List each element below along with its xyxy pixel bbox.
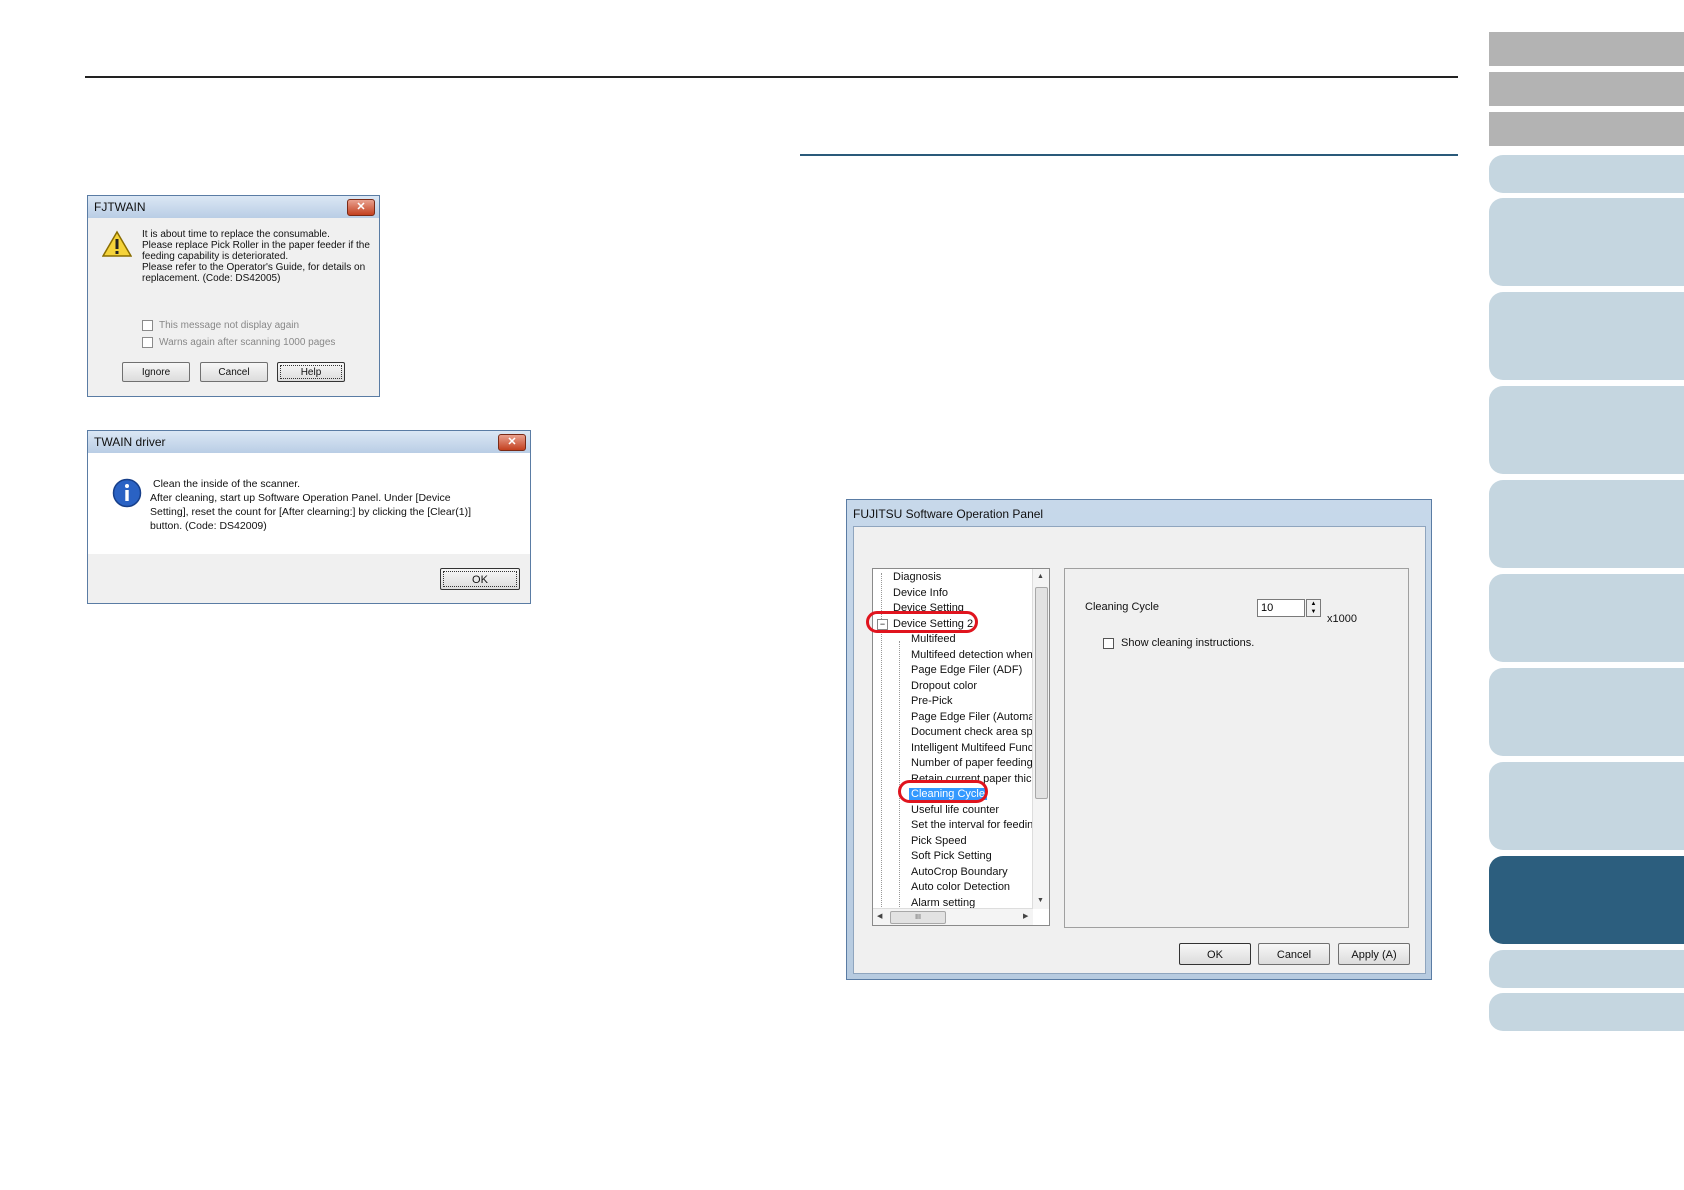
side-tab-7[interactable] [1489, 386, 1684, 474]
side-tab-3[interactable] [1489, 112, 1684, 146]
checkbox-box[interactable] [142, 320, 153, 331]
cancel-button[interactable]: Cancel [1258, 943, 1330, 965]
stepper-down-icon[interactable]: ▼ [1307, 608, 1320, 616]
warn-again-checkbox[interactable]: Warns again after scanning 1000 pages [142, 337, 335, 348]
twain-message: Clean the inside of the scanner. After c… [150, 477, 520, 533]
highlight-ring-device-setting-2 [866, 611, 978, 633]
cleaning-cycle-input[interactable]: 10 [1257, 599, 1305, 617]
side-tab-13[interactable] [1489, 950, 1684, 988]
tree-item[interactable]: Intelligent Multifeed Functio [911, 742, 1045, 754]
show-instructions-checkbox[interactable]: Show cleaning instructions. [1103, 637, 1254, 649]
message-line: It is about time to replace the consumab… [142, 229, 330, 240]
checkbox-box[interactable] [142, 337, 153, 348]
fjtwain-titlebar: FJTWAIN ✕ [88, 196, 379, 218]
scroll-left-icon[interactable]: ◀ [877, 912, 882, 920]
apply-button[interactable]: Apply (A) [1338, 943, 1410, 965]
cleaning-cycle-label: Cleaning Cycle [1085, 601, 1159, 613]
horizontal-scrollbar[interactable]: ◀ III ▶ [873, 908, 1033, 925]
scroll-thumb[interactable] [1035, 587, 1048, 799]
cancel-button[interactable]: Cancel [200, 362, 268, 382]
h-scroll-thumb[interactable]: III [890, 911, 946, 924]
message-line: Setting], reset the count for [After cle… [150, 506, 471, 518]
tree-item[interactable]: Number of paper feeding re [911, 757, 1046, 769]
message-line: feeding capability is deteriorated. [142, 251, 289, 262]
vertical-scrollbar[interactable]: ▲ ▼ [1032, 569, 1049, 909]
side-tab-9[interactable] [1489, 574, 1684, 662]
tree-item[interactable]: Multifeed detection when s [911, 649, 1041, 661]
tree-item[interactable]: Dropout color [911, 680, 977, 692]
side-tab-8[interactable] [1489, 480, 1684, 568]
side-tab-1[interactable] [1489, 32, 1684, 66]
scroll-right-icon[interactable]: ▶ [1023, 912, 1028, 920]
tree-item[interactable]: Soft Pick Setting [911, 850, 992, 862]
fjtwain-title: FJTWAIN [94, 200, 146, 214]
warning-icon [102, 230, 132, 257]
tree-item[interactable]: Page Edge Filer (Automatic [911, 711, 1046, 723]
message-line: Please refer to the Operator's Guide, fo… [142, 262, 366, 273]
section-rule [800, 154, 1458, 156]
twain-title: TWAIN driver [94, 435, 166, 449]
message-line: After cleaning, start up Software Operat… [150, 492, 451, 504]
ok-button[interactable]: OK [440, 568, 520, 590]
highlight-ring-cleaning-cycle [898, 780, 988, 803]
tree-item[interactable]: Multifeed [911, 633, 956, 645]
scroll-down-icon[interactable]: ▼ [1037, 897, 1044, 904]
stepper-up-icon[interactable]: ▲ [1307, 600, 1320, 608]
unit-label: x1000 [1327, 613, 1357, 625]
tree-item[interactable]: Pick Speed [911, 835, 967, 847]
fjtwain-message: It is about time to replace the consumab… [142, 229, 372, 284]
tree-item[interactable]: Auto color Detection [911, 881, 1010, 893]
panel-title: FUJITSU Software Operation Panel [853, 507, 1044, 521]
ok-button[interactable]: OK [1179, 943, 1251, 965]
message-line: Clean the inside of the scanner. [153, 478, 301, 490]
tree-item[interactable]: Alarm setting [911, 897, 975, 909]
scroll-up-icon[interactable]: ▲ [1037, 573, 1044, 580]
help-button[interactable]: Help [277, 362, 345, 382]
message-line: replacement. (Code: DS42005) [142, 273, 281, 284]
side-tab-4[interactable] [1489, 155, 1684, 193]
message-line: Please replace Pick Roller in the paper … [142, 240, 370, 251]
side-tab-2[interactable] [1489, 72, 1684, 106]
no-display-checkbox[interactable]: This message not display again [142, 320, 299, 331]
ignore-button[interactable]: Ignore [122, 362, 190, 382]
checkbox-label: Show cleaning instructions. [1121, 637, 1255, 649]
tree-line [899, 641, 901, 913]
close-button[interactable]: ✕ [347, 199, 375, 216]
twain-driver-dialog: TWAIN driver ✕ Clean the inside of the s… [87, 430, 531, 604]
checkbox-label: This message not display again [159, 320, 300, 331]
side-tab-14[interactable] [1489, 993, 1684, 1031]
tree-item[interactable]: Diagnosis [893, 571, 941, 583]
side-tab-5[interactable] [1489, 198, 1684, 286]
close-button[interactable]: ✕ [498, 434, 526, 451]
tree-item[interactable]: Device Info [893, 587, 948, 599]
tree-item[interactable]: Document check area spe [911, 726, 1039, 738]
info-icon [112, 478, 142, 508]
side-tab-12-active[interactable] [1489, 856, 1684, 944]
checkbox-label: Warns again after scanning 1000 pages [159, 337, 336, 348]
fjtwain-dialog: FJTWAIN ✕ It is about time to replace th… [87, 195, 380, 397]
settings-pane: Cleaning Cycle 10 ▲ ▼ x1000 Show cleanin… [1064, 568, 1409, 928]
checkbox-box[interactable] [1103, 637, 1114, 649]
tree-item[interactable]: Useful life counter [911, 804, 999, 816]
cleaning-cycle-stepper[interactable]: ▲ ▼ [1306, 599, 1321, 617]
side-tab-10[interactable] [1489, 668, 1684, 756]
tree-item[interactable]: Set the interval for feeding [911, 819, 1039, 831]
tree-item[interactable]: AutoCrop Boundary [911, 866, 1008, 878]
tree-item[interactable]: Page Edge Filer (ADF) [911, 664, 1022, 676]
tree-item[interactable]: Pre-Pick [911, 695, 953, 707]
side-tab-6[interactable] [1489, 292, 1684, 380]
header-rule [85, 76, 1458, 78]
message-line: button. (Code: DS42009) [150, 520, 267, 532]
side-tab-11[interactable] [1489, 762, 1684, 850]
twain-titlebar: TWAIN driver ✕ [88, 431, 530, 453]
